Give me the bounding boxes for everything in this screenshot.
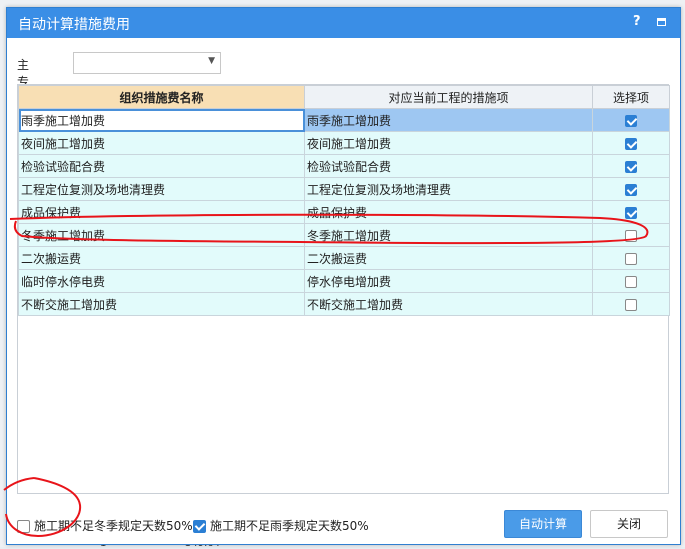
table-row[interactable]: 不断交施工增加费 不断交施工增加费	[18, 292, 670, 316]
select-checkbox[interactable]	[625, 114, 637, 127]
measure-fee-grid: 组织措施费名称 对应当前工程的措施项 选择项 雨季施工增加费 雨季施工增加费 夜间施…	[17, 84, 670, 494]
mapped-measure-cell[interactable]: 夜间施工增加费	[304, 131, 593, 155]
dialog-footer: 施工期不足冬季规定天数50% 施工期不足雨季规定天数50% 自动计算 关闭	[7, 498, 680, 544]
major-select[interactable]: ▼	[73, 52, 221, 74]
mapped-measure-cell[interactable]: 成品保护费	[304, 200, 593, 224]
measure-name-cell[interactable]: 成品保护费	[18, 200, 305, 224]
table-header-row: 组织措施费名称 对应当前工程的措施项 选择项	[18, 85, 670, 109]
column-header-mapped[interactable]: 对应当前工程的措施项	[304, 85, 593, 109]
measure-name-cell[interactable]: 夜间施工增加费	[18, 131, 305, 155]
close-button[interactable]: 关闭	[590, 510, 668, 538]
measure-name-cell[interactable]: 不断交施工增加费	[18, 292, 305, 316]
select-checkbox[interactable]	[625, 275, 637, 288]
maximize-icon[interactable]	[657, 18, 666, 26]
winter-option-label: 施工期不足冬季规定天数50%	[34, 519, 193, 533]
mapped-measure-cell[interactable]: 检验试验配合费	[304, 154, 593, 178]
auto-calc-measure-fee-dialog: 自动计算措施费用 ? 主专业 ▼ 组织措施费名称 对应当前工程的措施项 选择项 …	[6, 7, 681, 545]
select-checkbox[interactable]	[625, 183, 637, 196]
winter-option-checkbox[interactable]	[17, 520, 30, 533]
title-bar: 自动计算措施费用 ?	[7, 8, 680, 38]
measure-name-cell[interactable]: 工程定位复测及场地清理费	[18, 177, 305, 201]
measure-name-cell[interactable]: 雨季施工增加费	[18, 108, 305, 132]
rain-option-label: 施工期不足雨季规定天数50%	[210, 519, 369, 533]
chevron-down-icon: ▼	[208, 56, 215, 66]
mapped-measure-cell[interactable]: 停水停电增加费	[304, 269, 593, 293]
rain-option[interactable]: 施工期不足雨季规定天数50%	[193, 517, 369, 534]
mapped-measure-cell[interactable]: 雨季施工增加费	[304, 108, 593, 132]
measure-name-cell[interactable]: 冬季施工增加费	[18, 223, 305, 247]
select-cell	[592, 200, 670, 224]
measure-fee-table: 组织措施费名称 对应当前工程的措施项 选择项 雨季施工增加费 雨季施工增加费 夜间施…	[18, 85, 670, 316]
select-checkbox[interactable]	[625, 206, 637, 219]
measure-name-cell[interactable]: 检验试验配合费	[18, 154, 305, 178]
table-row[interactable]: 雨季施工增加费 雨季施工增加费	[18, 108, 670, 132]
select-cell	[592, 246, 670, 270]
select-cell	[592, 131, 670, 155]
dialog-title: 自动计算措施费用	[18, 17, 130, 33]
select-checkbox[interactable]	[625, 137, 637, 150]
auto-calc-button[interactable]: 自动计算	[504, 510, 582, 538]
select-cell	[592, 154, 670, 178]
table-row[interactable]: 二次搬运费 二次搬运费	[18, 246, 670, 270]
measure-name-cell[interactable]: 临时停水停电费	[18, 269, 305, 293]
select-checkbox[interactable]	[625, 252, 637, 265]
select-cell	[592, 108, 670, 132]
table-row[interactable]: 成品保护费 成品保护费	[18, 200, 670, 224]
select-checkbox[interactable]	[625, 229, 637, 242]
mapped-measure-cell[interactable]: 不断交施工增加费	[304, 292, 593, 316]
select-cell	[592, 292, 670, 316]
table-row[interactable]: 检验试验配合费 检验试验配合费	[18, 154, 670, 178]
table-body: 雨季施工增加费 雨季施工增加费 夜间施工增加费 夜间施工增加费 检验试验配合费 检验试验配…	[18, 108, 670, 316]
measure-name-cell[interactable]: 二次搬运费	[18, 246, 305, 270]
help-icon[interactable]: ?	[633, 14, 641, 29]
column-header-select[interactable]: 选择项	[592, 85, 670, 109]
mapped-measure-cell[interactable]: 冬季施工增加费	[304, 223, 593, 247]
mapped-measure-cell[interactable]: 二次搬运费	[304, 246, 593, 270]
table-row[interactable]: 工程定位复测及场地清理费 工程定位复测及场地清理费	[18, 177, 670, 201]
select-checkbox[interactable]	[625, 298, 637, 311]
rain-option-checkbox[interactable]	[193, 520, 206, 533]
column-header-name[interactable]: 组织措施费名称	[18, 85, 305, 109]
winter-option[interactable]: 施工期不足冬季规定天数50%	[17, 517, 193, 534]
select-cell	[592, 223, 670, 247]
select-cell	[592, 177, 670, 201]
table-row[interactable]: 冬季施工增加费 冬季施工增加费	[18, 223, 670, 247]
table-row[interactable]: 夜间施工增加费 夜间施工增加费	[18, 131, 670, 155]
table-row[interactable]: 临时停水停电费 停水停电增加费	[18, 269, 670, 293]
select-checkbox[interactable]	[625, 160, 637, 173]
mapped-measure-cell[interactable]: 工程定位复测及场地清理费	[304, 177, 593, 201]
select-cell	[592, 269, 670, 293]
